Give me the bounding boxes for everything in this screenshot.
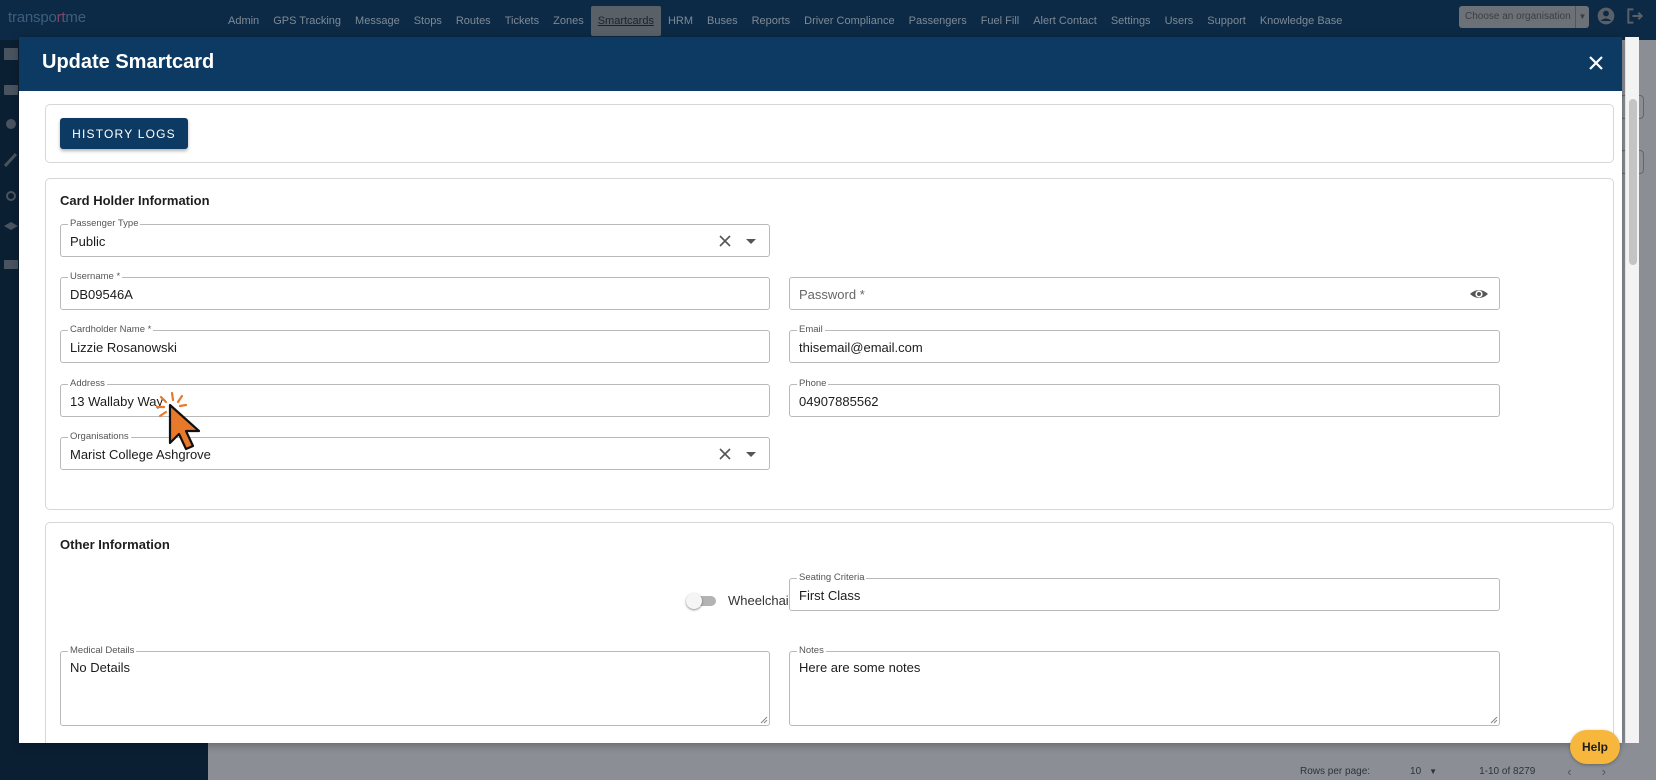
nav-gps-tracking[interactable]: GPS Tracking [266, 6, 348, 36]
nav-alert-contact[interactable]: Alert Contact [1026, 6, 1104, 36]
history-section: HISTORY LOGS [45, 104, 1614, 163]
nav-hrm[interactable]: HRM [661, 6, 700, 36]
nav-admin[interactable]: Admin [221, 6, 266, 36]
close-icon[interactable] [1586, 53, 1606, 73]
nav-knowledge-base[interactable]: Knowledge Base [1253, 6, 1350, 36]
field-label: Passenger Type [68, 218, 141, 230]
field-label: Phone [797, 378, 829, 390]
brand-logo[interactable]: transportme [8, 9, 86, 26]
field-label: Medical Details [68, 645, 137, 657]
field-value: Marist College Ashgrove [70, 447, 211, 462]
wheelchair-label: Wheelchair [728, 593, 794, 608]
wheelchair-toggle[interactable] [686, 593, 720, 609]
field-value: 04907885562 [799, 394, 879, 409]
section-title: Other Information [60, 537, 170, 552]
seating-criteria-field[interactable]: Seating Criteria First Class [789, 572, 1500, 611]
field-label: Email [797, 324, 825, 336]
other-information-section: Other Information Wheelchair Seating Cri… [45, 522, 1614, 743]
field-label: Notes [797, 645, 826, 657]
field-label: Cardholder Name * [68, 324, 154, 336]
field-value: Public [70, 234, 106, 249]
table-pagination: Rows per page: 10 ▼ 1-10 of 8279 ‹ › [1300, 763, 1606, 779]
help-button[interactable]: Help [1570, 730, 1620, 764]
organisation-select[interactable]: Choose an organisation ▼ [1459, 6, 1589, 28]
nav-reports[interactable]: Reports [745, 6, 798, 36]
dialog-title: Update Smartcard [42, 51, 215, 73]
username-field[interactable]: Username * DB09546A [60, 271, 770, 310]
clear-icon[interactable] [717, 446, 733, 462]
field-label: Username * [68, 271, 123, 283]
nav-settings[interactable]: Settings [1104, 6, 1158, 36]
logo-text-2: me [65, 9, 86, 26]
field-value: First Class [799, 588, 861, 603]
chevron-down-icon: ▼ [1575, 6, 1589, 28]
nav-routes[interactable]: Routes [449, 6, 498, 36]
dropdown-arrow-icon[interactable] [745, 236, 757, 246]
dialog-header: Update Smartcard [19, 37, 1622, 91]
account-circle-icon[interactable] [1596, 6, 1616, 26]
field-value: thisemail@email.com [799, 340, 923, 355]
organisation-select-placeholder: Choose an organisation [1465, 11, 1571, 22]
chevron-right-icon[interactable]: › [1602, 764, 1606, 779]
nav-zones[interactable]: Zones [546, 6, 591, 36]
field-value: No Details [70, 660, 130, 675]
cardholder-name-field[interactable]: Cardholder Name * Lizzie Rosanowski [60, 324, 770, 363]
nav-fuel-fill[interactable]: Fuel Fill [974, 6, 1027, 36]
password-field[interactable]: Password * [789, 277, 1500, 310]
organisations-select[interactable]: Organisations Marist College Ashgrove [60, 431, 770, 470]
card-holder-section: Card Holder Information Passenger Type P… [45, 178, 1614, 510]
rows-per-page-label: Rows per page: [1300, 765, 1371, 777]
medical-details-textarea[interactable]: Medical Details No Details [60, 645, 770, 726]
phone-field[interactable]: Phone 04907885562 [789, 378, 1500, 417]
nav-users[interactable]: Users [1158, 6, 1201, 36]
toggle-knob [686, 593, 702, 609]
nav-stops[interactable]: Stops [407, 6, 449, 36]
field-value: Here are some notes [799, 660, 921, 675]
passenger-type-select[interactable]: Passenger Type Public [60, 218, 770, 257]
address-field[interactable]: Address 13 Wallaby Way [60, 378, 770, 417]
chevron-left-icon[interactable]: ‹ [1567, 764, 1571, 779]
update-smartcard-dialog: Update Smartcard HISTORY LOGS Card Holde… [19, 37, 1622, 743]
section-title: Card Holder Information [60, 193, 210, 208]
email-field[interactable]: Email thisemail@email.com [789, 324, 1500, 363]
rows-per-page-select[interactable]: 10 [1410, 766, 1421, 777]
resize-handle-icon[interactable] [1490, 716, 1498, 724]
clear-icon[interactable] [717, 233, 733, 249]
logo-text-1: transpo [8, 9, 57, 26]
resize-handle-icon[interactable] [760, 716, 768, 724]
field-value: 13 Wallaby Way [70, 394, 163, 409]
field-placeholder: Password * [799, 287, 865, 302]
dialog-scrollbar[interactable] [1625, 37, 1639, 743]
history-logs-button[interactable]: HISTORY LOGS [60, 118, 188, 149]
nav-tickets[interactable]: Tickets [498, 6, 546, 36]
notes-textarea[interactable]: Notes Here are some notes [789, 645, 1500, 726]
nav-links: Admin GPS Tracking Message Stops Routes … [221, 6, 1349, 36]
field-value: DB09546A [70, 287, 133, 302]
nav-driver-compliance[interactable]: Driver Compliance [797, 6, 901, 36]
scrollbar-thumb[interactable] [1629, 99, 1637, 265]
nav-smartcards[interactable]: Smartcards [590, 6, 661, 36]
field-value: Lizzie Rosanowski [70, 340, 177, 355]
nav-message[interactable]: Message [348, 6, 407, 36]
field-label: Address [68, 378, 107, 390]
eye-icon[interactable] [1469, 286, 1489, 302]
nav-buses[interactable]: Buses [700, 6, 745, 36]
chevron-down-icon[interactable]: ▼ [1429, 767, 1437, 776]
top-navigation-bar: transportme Admin GPS Tracking Message S… [0, 0, 1656, 40]
nav-support[interactable]: Support [1200, 6, 1253, 36]
nav-passengers[interactable]: Passengers [902, 6, 974, 36]
pagination-range: 1-10 of 8279 [1479, 765, 1536, 777]
field-label: Seating Criteria [797, 572, 867, 584]
dropdown-arrow-icon[interactable] [745, 449, 757, 459]
logout-icon[interactable] [1625, 6, 1645, 26]
field-label: Organisations [68, 431, 131, 443]
